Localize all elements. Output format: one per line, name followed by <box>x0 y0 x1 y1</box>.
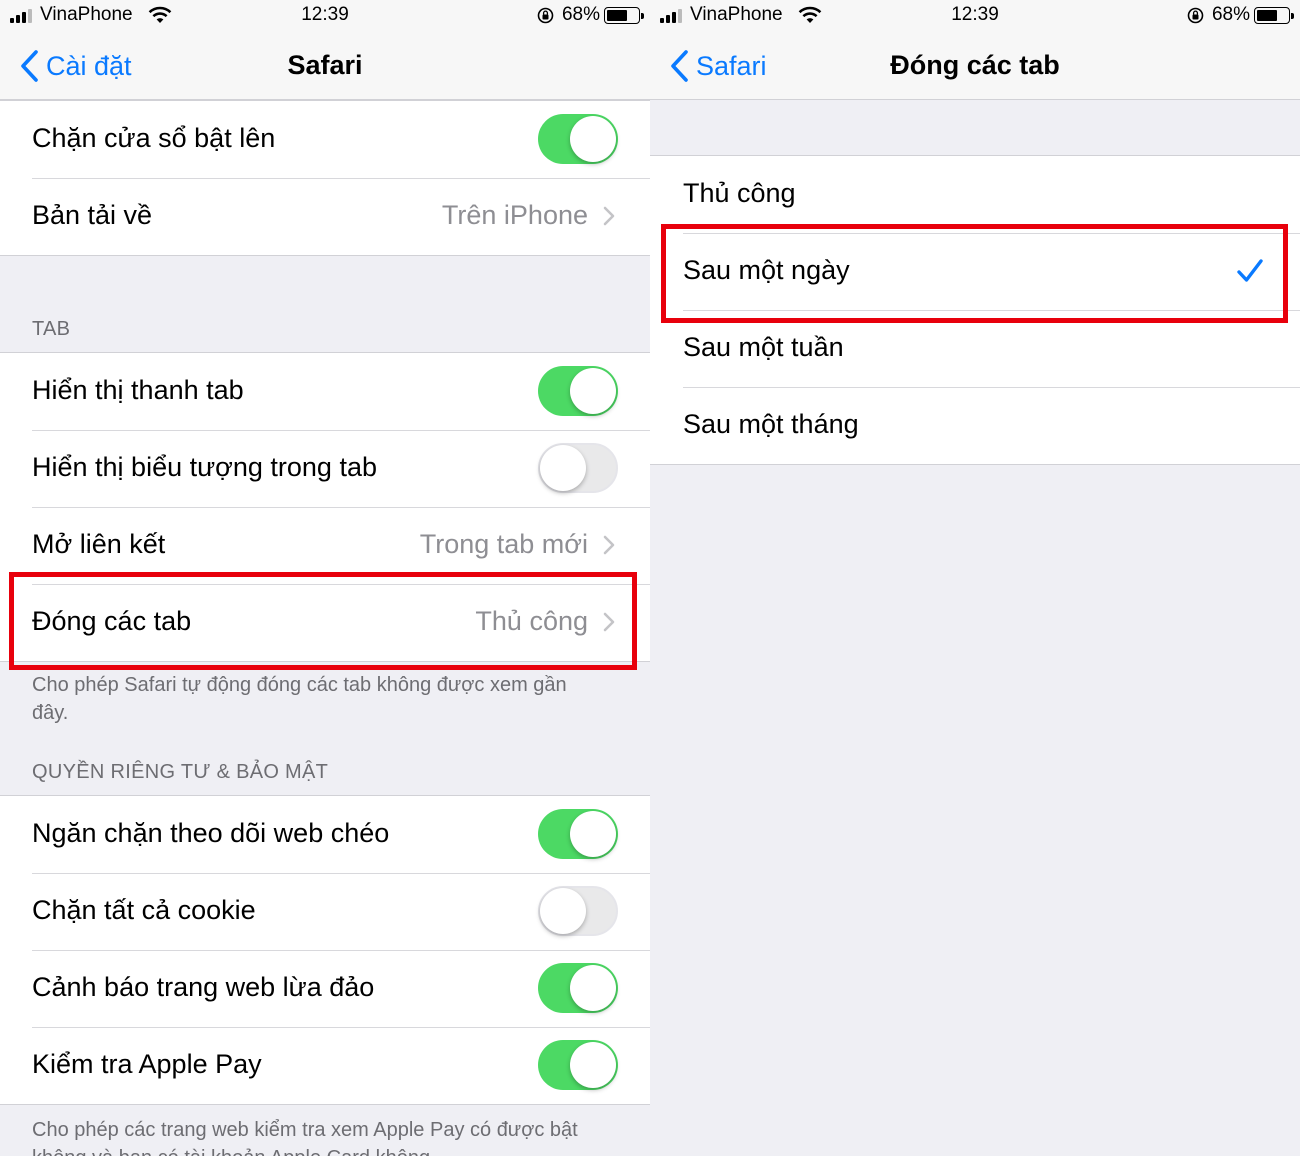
section-header-tab: TAB <box>32 318 71 340</box>
setting-label: Hiển thị biểu tượng trong tab <box>32 452 377 482</box>
close-tabs-screen: VinaPhone 12:39 68% Safari Đóng các tab … <box>650 0 1300 1156</box>
status-bar: VinaPhone 12:39 68% <box>650 0 1300 32</box>
setting-row-check-apple-pay[interactable]: Kiểm tra Apple Pay <box>0 1027 650 1104</box>
setting-value: Thủ công <box>475 606 588 636</box>
option-manually[interactable]: Thủ công <box>650 156 1300 233</box>
fraud-warning-toggle[interactable] <box>538 963 618 1013</box>
check-apple-pay-toggle[interactable] <box>538 1040 618 1090</box>
setting-label: Chặn tất cả cookie <box>32 895 256 925</box>
setting-row-open-links[interactable]: Mở liên kết Trong tab mới <box>0 507 650 584</box>
safari-settings-screen: VinaPhone 12:39 68% Cài đặt Safari Chặn … <box>0 0 650 1156</box>
setting-row-block-all-cookies[interactable]: Chặn tất cả cookie <box>0 873 650 950</box>
battery-icon <box>604 7 644 24</box>
tab-settings-group: Hiển thị thanh tab Hiển thị biểu tượng t… <box>0 352 650 662</box>
setting-row-fraudulent-website-warning[interactable]: Cảnh báo trang web lừa đảo <box>0 950 650 1027</box>
show-icons-in-tabs-toggle[interactable] <box>538 443 618 493</box>
option-after-one-week[interactable]: Sau một tuần <box>650 310 1300 387</box>
close-tabs-options-group: Thủ công Sau một ngày Sau một tuần Sau m… <box>650 155 1300 465</box>
option-label: Sau một ngày <box>683 255 850 285</box>
setting-label: Chặn cửa sổ bật lên <box>32 123 276 153</box>
setting-label: Bản tải về <box>32 200 153 230</box>
privacy-section-footnote: Cho phép các trang web kiểm tra xem Appl… <box>32 1119 578 1156</box>
setting-value: Trên iPhone <box>441 200 588 230</box>
option-label: Thủ công <box>683 178 796 208</box>
checkmark-icon <box>1237 259 1263 282</box>
battery-percentage: 68% <box>561 4 600 25</box>
navigation-bar: Safari Đóng các tab <box>650 32 1300 100</box>
page-title: Safari <box>287 50 363 80</box>
setting-value: Trong tab mới <box>419 529 588 559</box>
block-cookies-toggle[interactable] <box>538 886 618 936</box>
setting-row-block-popups[interactable]: Chặn cửa sổ bật lên <box>0 101 650 178</box>
rotation-lock-icon <box>537 7 554 24</box>
status-bar: VinaPhone 12:39 68% <box>0 0 650 32</box>
battery-percentage: 68% <box>1211 4 1250 25</box>
setting-label: Mở liên kết <box>32 529 166 559</box>
chevron-right-icon <box>603 206 615 226</box>
setting-label: Hiển thị thanh tab <box>32 375 244 405</box>
prevent-tracking-toggle[interactable] <box>538 809 618 859</box>
navigation-bar: Cài đặt Safari <box>0 32 650 100</box>
option-after-one-day[interactable]: Sau một ngày <box>650 233 1300 310</box>
privacy-settings-group: Ngăn chặn theo dõi web chéo Chặn tất cả … <box>0 795 650 1105</box>
option-label: Sau một tuần <box>683 332 844 362</box>
setting-label: Ngăn chặn theo dõi web chéo <box>32 818 390 848</box>
section-header-privacy: QUYỀN RIÊNG TƯ & BẢO MẬT <box>32 761 329 783</box>
rotation-lock-icon <box>1187 7 1204 24</box>
setting-row-close-tabs[interactable]: Đóng các tab Thủ công <box>0 584 650 661</box>
setting-row-show-tab-bar[interactable]: Hiển thị thanh tab <box>0 353 650 430</box>
battery-icon <box>1254 7 1294 24</box>
show-tab-bar-toggle[interactable] <box>538 366 618 416</box>
chevron-right-icon <box>603 535 615 555</box>
option-after-one-month[interactable]: Sau một tháng <box>650 387 1300 464</box>
block-popups-toggle[interactable] <box>538 114 618 164</box>
page-title: Đóng các tab <box>890 50 1060 80</box>
setting-label: Đóng các tab <box>32 606 192 636</box>
option-label: Sau một tháng <box>683 409 859 439</box>
setting-row-show-icons-in-tabs[interactable]: Hiển thị biểu tượng trong tab <box>0 430 650 507</box>
setting-label: Kiểm tra Apple Pay <box>32 1049 262 1079</box>
setting-row-downloads[interactable]: Bản tải về Trên iPhone <box>0 178 650 255</box>
chevron-right-icon <box>603 612 615 632</box>
setting-row-prevent-cross-site-tracking[interactable]: Ngăn chặn theo dõi web chéo <box>0 796 650 873</box>
general-settings-group: Chặn cửa sổ bật lên Bản tải về Trên iPho… <box>0 100 650 256</box>
setting-label: Cảnh báo trang web lừa đảo <box>32 972 375 1002</box>
tab-section-footnote: Cho phép Safari tự động đóng các tab khô… <box>32 674 567 724</box>
